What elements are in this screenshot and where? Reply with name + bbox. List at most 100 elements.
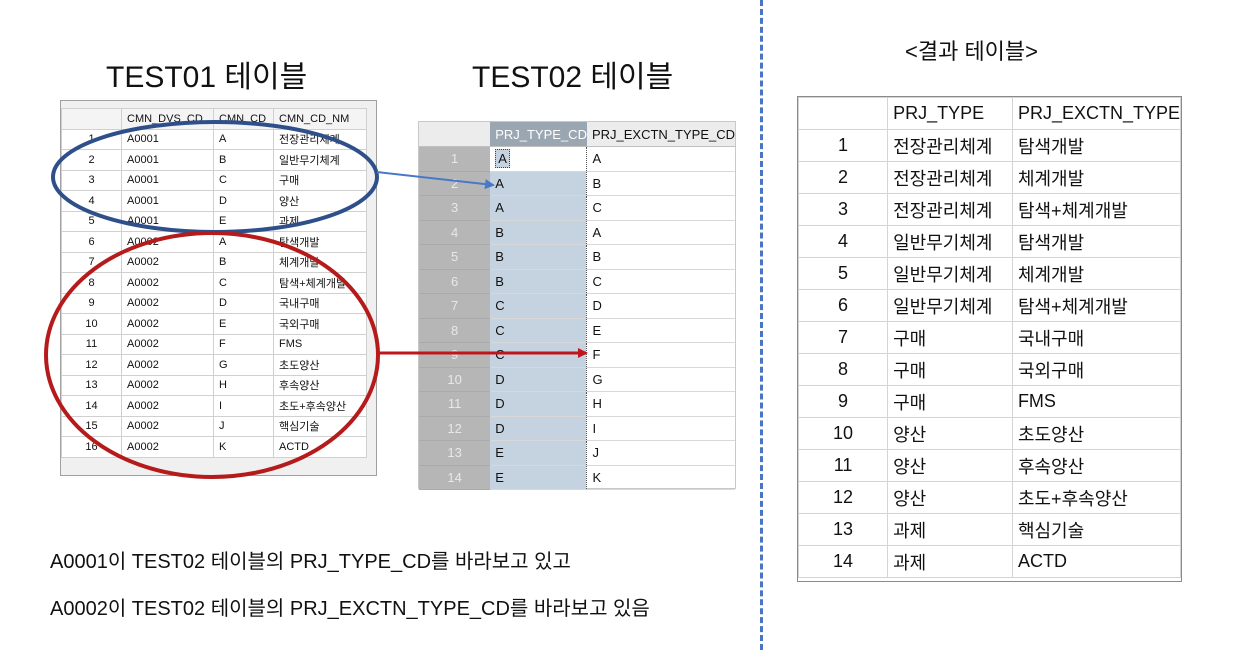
test02-cell-row-number[interactable]: 9 xyxy=(419,342,491,368)
result-cell-prj-exctn-type[interactable]: 국외구매 xyxy=(1011,353,1182,386)
test02-cell-prj-exctn-type-cd[interactable]: C xyxy=(586,195,735,221)
test01-cell-cmn-cd-nm[interactable]: 일반무기체계 xyxy=(273,149,367,171)
test02-cell-prj-exctn-type-cd[interactable]: E xyxy=(586,318,735,343)
test02-cell-prj-exctn-type-cd[interactable]: B xyxy=(586,171,735,196)
test02-row[interactable]: 8CE xyxy=(419,318,735,343)
test02-cell-prj-exctn-type-cd[interactable]: D xyxy=(586,293,735,319)
result-row[interactable]: 7 구매 국내구매 xyxy=(797,321,1182,354)
test01-row[interactable]: 7 A0002 B 체계개발 xyxy=(61,251,367,273)
test02-cell-prj-type-cd[interactable]: B xyxy=(490,269,588,294)
result-row[interactable]: 1 전장관리체계 탐색개발 xyxy=(797,129,1182,162)
test02-cell-prj-type-cd[interactable]: C xyxy=(490,342,588,368)
test01-cell-cmn-cd[interactable]: B xyxy=(213,251,274,273)
test02-cell-prj-exctn-type-cd[interactable]: J xyxy=(586,440,735,466)
result-cell-row-number[interactable]: 8 xyxy=(797,353,889,386)
test01-cell-cmn-cd[interactable]: A xyxy=(213,128,274,150)
result-cell-prj-type[interactable]: 전장관리체계 xyxy=(887,161,1013,194)
test02-cell-prj-exctn-type-cd[interactable]: A xyxy=(586,220,735,245)
test02-cell-prj-exctn-type-cd[interactable]: B xyxy=(586,244,735,270)
result-cell-prj-exctn-type[interactable]: 탐색+체계개발 xyxy=(1011,193,1182,226)
test02-cell-row-number[interactable]: 3 xyxy=(419,195,491,221)
test02-row[interactable]: 3AC xyxy=(419,195,735,221)
test01-cell-row-number[interactable]: 13 xyxy=(61,374,122,396)
result-row[interactable]: 14 과제 ACTD xyxy=(797,545,1182,578)
result-cell-prj-exctn-type[interactable]: 체계개발 xyxy=(1011,257,1182,290)
result-cell-prj-type[interactable]: 구매 xyxy=(887,385,1013,418)
test02-row[interactable]: 14 E K xyxy=(419,465,735,490)
test01-cell-cmn-dvs-cd[interactable]: A0002 xyxy=(121,374,214,396)
test01-cell-cmn-cd[interactable]: F xyxy=(213,333,274,355)
result-header-prj-type[interactable]: PRJ_TYPE xyxy=(887,97,1013,130)
test01-row[interactable]: 5 A0001 E 과제 xyxy=(61,210,367,232)
test02-row[interactable]: 9CF xyxy=(419,342,735,368)
test01-cell-cmn-dvs-cd[interactable]: A0002 xyxy=(121,333,214,355)
test01-header-cmn-cd-nm[interactable]: CMN_CD_NM xyxy=(273,108,367,130)
result-cell-prj-type[interactable]: 일반무기체계 xyxy=(887,289,1013,322)
test02-row[interactable]: 2AB xyxy=(419,171,735,196)
test01-row[interactable]: 10 A0002 E 국외구매 xyxy=(61,313,367,335)
result-cell-row-number[interactable]: 3 xyxy=(797,193,889,226)
test01-row[interactable]: 3 A0001 C 구매 xyxy=(61,169,367,191)
test01-cell-cmn-dvs-cd[interactable]: A0001 xyxy=(121,210,214,232)
result-row[interactable]: 3 전장관리체계 탐색+체계개발 xyxy=(797,193,1182,226)
test02-cell-prj-exctn-type-cd[interactable]: K xyxy=(586,465,735,490)
test02-cell-prj-type-cd[interactable]: E xyxy=(490,440,588,466)
result-row[interactable]: 12 양산 초도+후속양산 xyxy=(797,481,1182,514)
test01-cell-row-number[interactable]: 2 xyxy=(61,149,122,171)
test02-header-prj-exctn-type-cd[interactable]: PRJ_EXCTN_TYPE_CD xyxy=(586,122,735,147)
test02-cell-prj-exctn-type-cd[interactable]: F xyxy=(586,342,735,368)
test01-cell-cmn-cd[interactable]: G xyxy=(213,354,274,376)
test02-cell-prj-type-cd[interactable]: D xyxy=(490,416,588,441)
test02-row[interactable]: 11 D H xyxy=(419,391,735,417)
result-row[interactable]: 10 양산 초도양산 xyxy=(797,417,1182,450)
test01-row[interactable]: 12 A0002 G 초도양산 xyxy=(61,354,367,376)
test02-row[interactable]: 6BC xyxy=(419,269,735,294)
test01-row[interactable]: 9 A0002 D 국내구매 xyxy=(61,292,367,314)
test01-cell-cmn-cd-nm[interactable]: 국내구매 xyxy=(273,292,367,314)
result-cell-prj-type[interactable]: 양산 xyxy=(887,481,1013,514)
test02-cell-row-number[interactable]: 8 xyxy=(419,318,491,343)
test01-cell-row-number[interactable]: 11 xyxy=(61,333,122,355)
test01-cell-row-number[interactable]: 14 xyxy=(61,395,122,417)
result-cell-prj-exctn-type[interactable]: 핵심기술 xyxy=(1011,513,1182,546)
result-cell-prj-exctn-type[interactable]: 초도+후속양산 xyxy=(1011,481,1182,514)
result-row[interactable]: 4 일반무기체계 탐색개발 xyxy=(797,225,1182,258)
test01-cell-cmn-cd[interactable]: J xyxy=(213,415,274,437)
test02-cell-row-number[interactable]: 14 xyxy=(419,465,491,490)
test01-cell-cmn-dvs-cd[interactable]: A0001 xyxy=(121,128,214,150)
result-cell-prj-exctn-type[interactable]: 후속양산 xyxy=(1011,449,1182,482)
test02-cell-prj-exctn-type-cd[interactable]: G xyxy=(586,367,735,392)
result-cell-row-number[interactable]: 13 xyxy=(797,513,889,546)
result-cell-prj-exctn-type[interactable]: ACTD xyxy=(1011,545,1182,578)
test02-row[interactable]: 4BA xyxy=(419,220,735,245)
test01-row[interactable]: 8 A0002 C 탐색+체계개발 xyxy=(61,272,367,294)
result-cell-row-number[interactable]: 11 xyxy=(797,449,889,482)
test01-cell-row-number[interactable]: 1 xyxy=(61,128,122,150)
result-cell-prj-exctn-type[interactable]: 국내구매 xyxy=(1011,321,1182,354)
result-row[interactable]: 11 양산 후속양산 xyxy=(797,449,1182,482)
test01-cell-cmn-cd-nm[interactable]: 후속양산 xyxy=(273,374,367,396)
test01-cell-cmn-cd-nm[interactable]: 초도양산 xyxy=(273,354,367,376)
result-cell-prj-type[interactable]: 양산 xyxy=(887,417,1013,450)
test01-cell-cmn-dvs-cd[interactable]: A0002 xyxy=(121,251,214,273)
test01-cell-row-number[interactable]: 15 xyxy=(61,415,122,437)
test01-cell-cmn-cd-nm[interactable]: FMS xyxy=(273,333,367,355)
test01-cell-cmn-dvs-cd[interactable]: A0001 xyxy=(121,149,214,171)
test02-row[interactable]: 13 E J xyxy=(419,440,735,466)
test01-cell-cmn-cd[interactable]: K xyxy=(213,436,274,458)
test01-cell-row-number[interactable]: 10 xyxy=(61,313,122,335)
test01-cell-cmn-cd[interactable]: D xyxy=(213,292,274,314)
result-cell-prj-type[interactable]: 전장관리체계 xyxy=(887,129,1013,162)
test01-cell-row-number[interactable]: 3 xyxy=(61,169,122,191)
test01-cell-cmn-cd[interactable]: E xyxy=(213,313,274,335)
test01-cell-cmn-cd[interactable]: I xyxy=(213,395,274,417)
result-cell-row-number[interactable]: 9 xyxy=(797,385,889,418)
test01-cell-cmn-cd[interactable]: A xyxy=(213,231,274,253)
test01-cell-cmn-dvs-cd[interactable]: A0002 xyxy=(121,292,214,314)
test01-cell-cmn-cd-nm[interactable]: 탐색+체계개발 xyxy=(273,272,367,294)
test01-cell-row-number[interactable]: 9 xyxy=(61,292,122,314)
test01-cell-cmn-dvs-cd[interactable]: A0001 xyxy=(121,169,214,191)
test02-cell-prj-exctn-type-cd[interactable]: H xyxy=(586,391,735,417)
test01-cell-cmn-cd-nm[interactable]: 핵심기술 xyxy=(273,415,367,437)
test02-cell-prj-type-cd[interactable]: A xyxy=(490,171,588,196)
